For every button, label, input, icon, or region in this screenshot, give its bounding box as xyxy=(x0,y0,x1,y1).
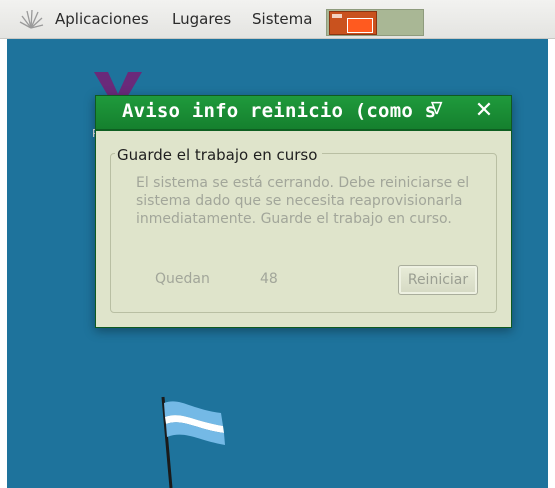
dialog-message: El sistema se está cerrando. Debe reinic… xyxy=(136,175,470,227)
close-button[interactable]: ✕ xyxy=(471,98,497,124)
restart-button[interactable]: Reiniciar xyxy=(398,265,478,295)
window-menu-icon[interactable]: ∇ xyxy=(431,99,442,119)
menu-sistema[interactable]: Sistema xyxy=(252,10,312,28)
restart-dialog: Aviso info reinicio (como s ∇ ✕ Guarde e… xyxy=(95,95,512,328)
remaining-seconds: 48 xyxy=(260,271,278,287)
workspace-window-thumbnail[interactable] xyxy=(329,11,377,35)
top-panel: Aplicaciones Lugares Sistema xyxy=(0,0,555,39)
flag-icon xyxy=(161,396,225,488)
menu-aplicaciones[interactable]: Aplicaciones xyxy=(55,10,149,28)
remaining-label: Quedan xyxy=(155,271,210,287)
frame-label: Guarde el trabajo en curso xyxy=(115,146,323,164)
dialog-title: Aviso info reinicio (como s xyxy=(122,100,437,122)
menu-lugares[interactable]: Lugares xyxy=(172,10,231,28)
workspace-switcher[interactable] xyxy=(326,9,424,36)
sunburst-icon[interactable] xyxy=(18,8,44,32)
dialog-titlebar[interactable]: Aviso info reinicio (como s ∇ ✕ xyxy=(96,96,511,131)
